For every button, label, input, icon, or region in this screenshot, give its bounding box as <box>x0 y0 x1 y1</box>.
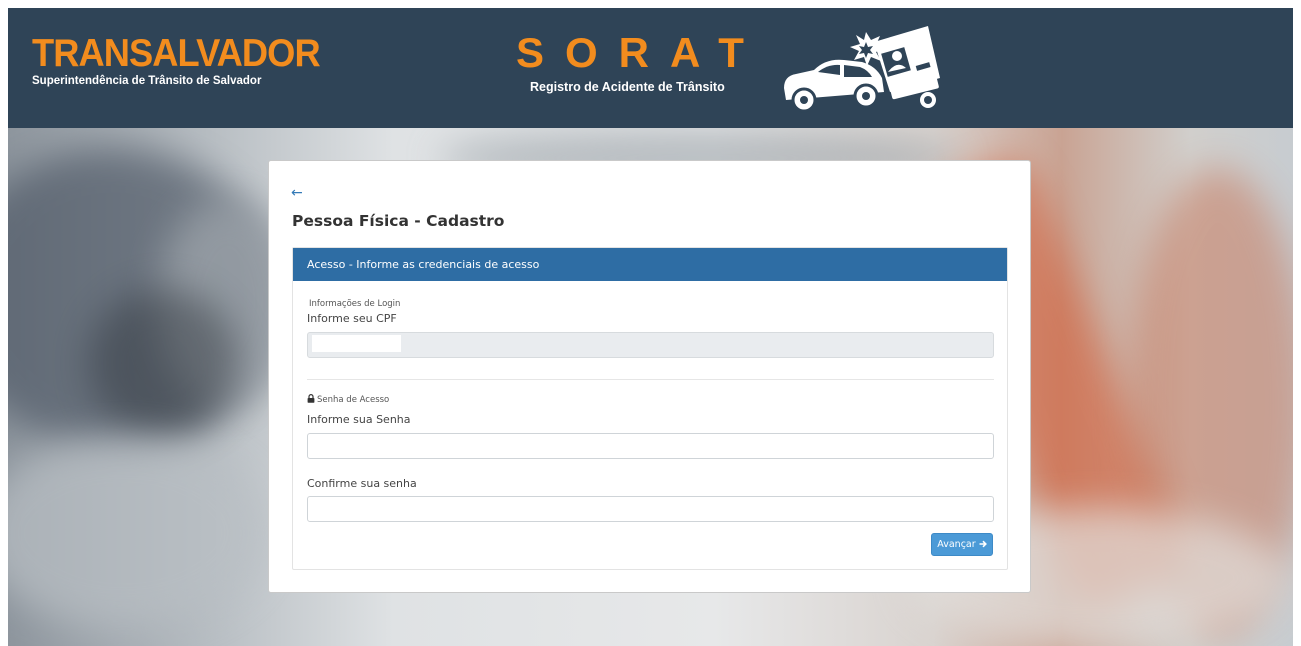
site-header: TRANSALVADOR Superintendência de Trânsit… <box>8 8 1293 128</box>
access-panel: Acesso - Informe as credenciais de acess… <box>292 247 1008 570</box>
sorat-logo: SORAT Registro de Acidente de Trânsito <box>516 29 765 95</box>
login-section-label: Informações de Login <box>309 299 401 309</box>
app-title: SORAT <box>516 29 765 76</box>
next-button[interactable]: Avançar <box>931 533 993 556</box>
panel-heading: Acesso - Informe as credenciais de acess… <box>293 248 1007 281</box>
brand-name: TRANSALVADOR <box>32 32 321 75</box>
brand-subtitle: Superintendência de Trânsito de Salvador <box>32 75 262 87</box>
password-section-text: Senha de Acesso <box>317 395 390 405</box>
app-subtitle: Registro de Acidente de Trânsito <box>530 80 725 94</box>
arrow-left-icon: ← <box>291 185 303 201</box>
lock-icon <box>307 394 315 403</box>
back-button[interactable]: ← <box>291 185 303 201</box>
password-section-label: Senha de Acesso <box>307 394 389 405</box>
confirm-password-input[interactable] <box>307 496 994 522</box>
password-input[interactable] <box>307 433 994 459</box>
cpf-label: Informe seu CPF <box>307 312 397 325</box>
password-label: Informe sua Senha <box>307 413 411 426</box>
transalvador-logo: TRANSALVADOR Superintendência de Trânsit… <box>32 32 341 88</box>
registration-card: ← Pessoa Física - Cadastro Acesso - Info… <box>268 160 1031 593</box>
car-crash-icon <box>784 26 940 113</box>
next-button-label: Avançar <box>937 539 976 550</box>
confirm-password-label: Confirme sua senha <box>307 477 417 490</box>
cpf-value-mask <box>312 335 401 352</box>
page: TRANSALVADOR Superintendência de Trânsit… <box>8 8 1293 646</box>
cpf-input[interactable] <box>307 332 994 358</box>
page-title: Pessoa Física - Cadastro <box>292 212 505 230</box>
arrow-right-icon <box>979 540 987 548</box>
section-divider <box>307 379 994 380</box>
